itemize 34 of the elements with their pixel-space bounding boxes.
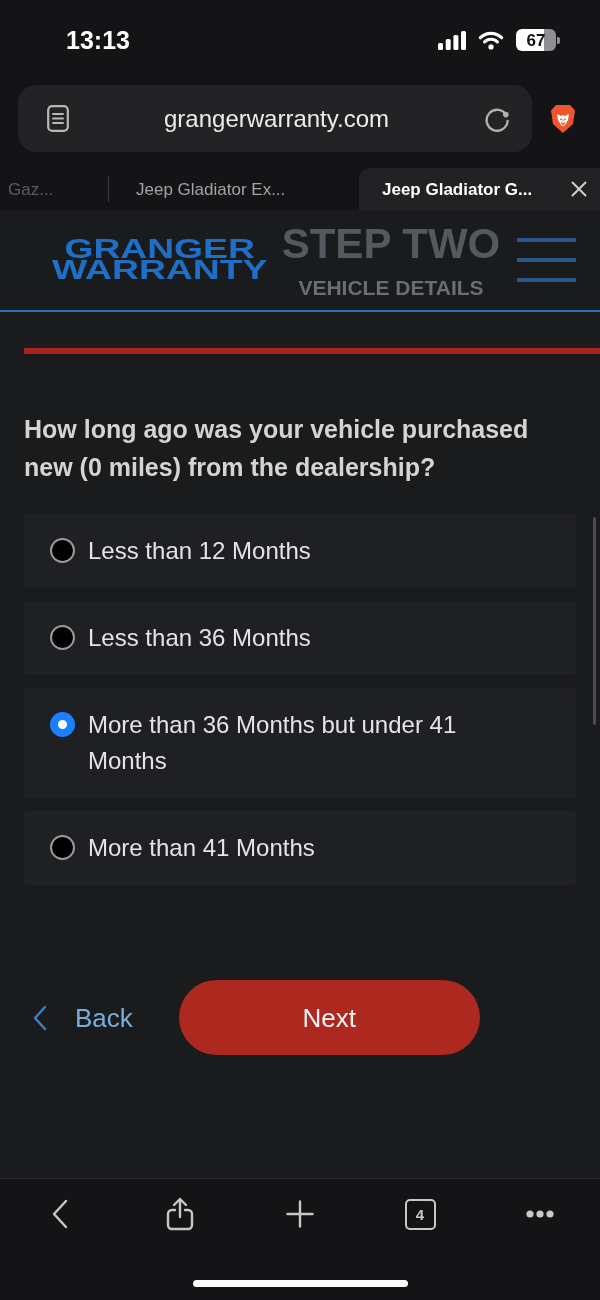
step-title: STEP TWO xyxy=(281,222,501,265)
option-label: More than 41 Months xyxy=(88,833,315,863)
signal-icon xyxy=(438,30,466,50)
option-card[interactable]: Less than 12 Months xyxy=(24,514,576,588)
option-label: More than 36 Months but under 41 Months xyxy=(88,710,458,776)
radio-button[interactable] xyxy=(50,835,75,860)
status-time: 13:13 xyxy=(66,27,130,53)
next-button[interactable]: Next xyxy=(178,980,480,1055)
url-text: grangerwarranty.com xyxy=(163,106,390,131)
option-label: Less than 12 Months xyxy=(88,536,311,566)
document-icon[interactable] xyxy=(47,105,69,132)
radio-button[interactable] xyxy=(50,712,75,737)
radio-button[interactable] xyxy=(50,625,75,650)
option-card[interactable]: More than 41 Months xyxy=(24,811,576,885)
lion-shield-icon[interactable] xyxy=(550,103,576,134)
option-card[interactable]: More than 36 Months but under 41 Months xyxy=(24,688,576,798)
back-button[interactable]: Back xyxy=(33,1004,133,1031)
question-text: How long ago was your vehicle purchased new (0 miles) from the dealership? xyxy=(23,414,530,483)
browser-tab[interactable]: Jeep Gladiator Ex... xyxy=(109,168,359,210)
browser-tab[interactable]: Jeep Gladiator G... xyxy=(359,168,600,210)
option-label: Less than 36 Months xyxy=(88,623,311,653)
step-subtitle: VEHICLE DETAILS xyxy=(298,276,484,298)
option-card[interactable]: Less than 36 Months xyxy=(24,601,576,675)
back-icon[interactable] xyxy=(52,1199,68,1229)
radio-button[interactable] xyxy=(50,538,75,563)
battery-percentage: 67 xyxy=(526,31,546,49)
chevron-left-icon xyxy=(33,1004,47,1031)
plus-icon[interactable] xyxy=(286,1200,314,1228)
more-icon[interactable] xyxy=(526,1210,554,1218)
wifi-icon xyxy=(478,30,504,50)
address-bar[interactable]: grangerwarranty.com xyxy=(18,85,532,152)
tabs-button[interactable]: 4 xyxy=(404,1198,436,1230)
close-icon[interactable] xyxy=(571,181,587,197)
share-icon[interactable] xyxy=(166,1197,194,1231)
